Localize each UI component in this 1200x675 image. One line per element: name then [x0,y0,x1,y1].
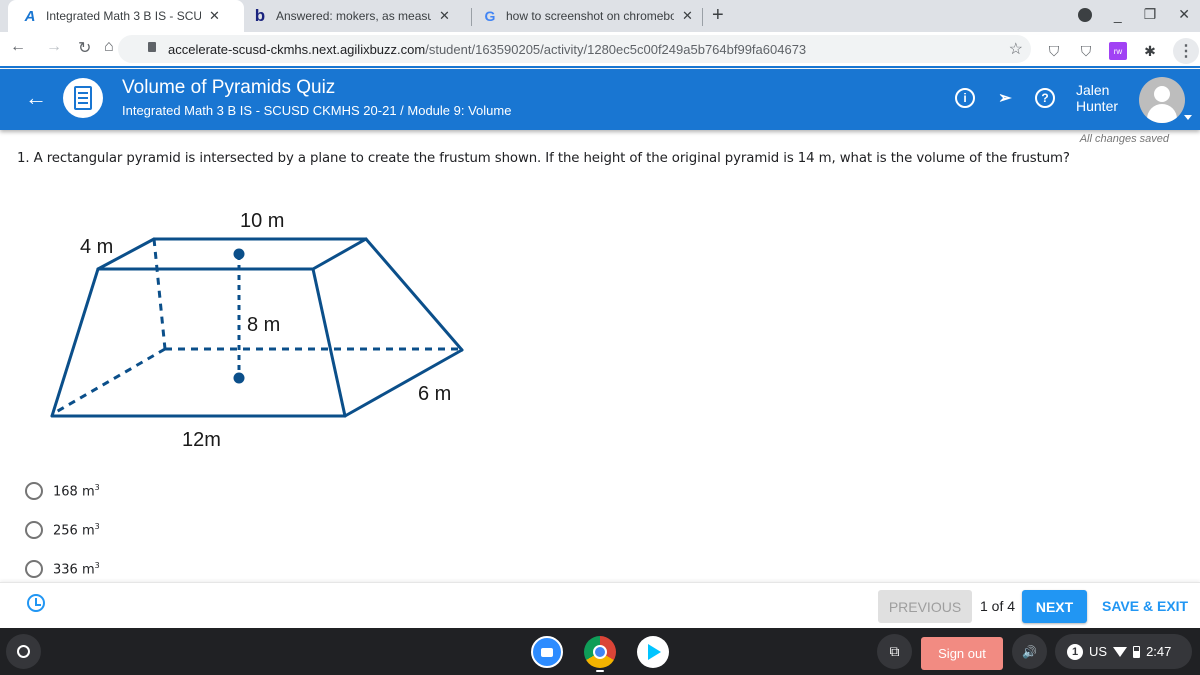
readwrite-extension-icon[interactable]: rw [1109,42,1127,60]
notification-badge: 1 [1067,643,1083,660]
tab-google-search[interactable]: G how to screenshot on chromebo ✕ [482,0,704,32]
google-icon: G [484,8,496,24]
tab-separator [471,8,472,26]
zoom-app-icon[interactable] [531,636,563,668]
url-text: accelerate-scusd-ckmhs.next.agilixbuzz.c… [168,41,807,57]
avatar[interactable] [1139,77,1185,123]
back-arrow-icon[interactable]: ← [25,85,47,111]
back-icon[interactable]: ← [10,38,26,56]
keyboard-layout: US [1089,644,1108,659]
page-title: Volume of Pyramids Quiz [122,77,336,98]
active-app-indicator [596,670,604,672]
clock-time: 2:47 [1146,644,1172,659]
extensions-area: ⛉ ⛉ rw ✱ ⋮ [1045,38,1199,64]
page-indicator: 1 of 4 [980,598,1016,614]
radio-button[interactable] [25,560,43,578]
breadcrumb[interactable]: Integrated Math 3 B IS - SCUSD CKMHS 20-… [122,103,511,118]
quiz-footer: PREVIOUS 1 of 4 NEXT SAVE & EXIT [0,582,1200,628]
minimize-icon[interactable]: _ [1114,7,1122,23]
play-store-icon[interactable] [637,636,669,668]
close-tab-icon[interactable]: ✕ [439,8,450,24]
figure-edge [50,267,100,418]
answer-choice[interactable]: 168 m3 [25,482,100,500]
shield-extension-icon[interactable]: ⛉ [1045,42,1063,60]
wifi-icon [1113,646,1128,657]
system-tray[interactable]: 1 US 2:47 [1055,634,1192,669]
reload-icon[interactable]: ↻ [78,38,91,58]
puzzle-extensions-icon[interactable]: ✱ [1141,42,1159,60]
lock-icon [148,42,156,52]
launcher-icon[interactable] [6,634,41,669]
battery-icon [1133,645,1141,658]
chrome-app-icon[interactable] [584,636,616,668]
shield-extension-icon[interactable]: ⛉ [1077,42,1095,60]
tab-bartleby[interactable]: b Answered: mokers, as measured ✕ [252,0,472,32]
user-name[interactable]: Jalen Hunter [1076,82,1118,114]
close-tab-icon[interactable]: ✕ [209,8,220,24]
restore-icon[interactable]: ❐ [1144,6,1157,23]
help-icon[interactable]: ? [1035,88,1055,108]
sign-out-button[interactable]: Sign out [921,637,1003,670]
radio-button[interactable] [25,521,43,539]
close-window-icon[interactable]: ✕ [1178,6,1190,23]
clock-icon[interactable] [27,594,45,612]
figure-edge [311,237,368,271]
browser-menu-icon[interactable]: ⋮ [1173,38,1199,64]
profile-dropdown-icon[interactable] [1077,7,1092,22]
answer-choice[interactable]: 256 m3 [25,521,100,539]
choice-label: 168 m3 [53,482,100,500]
next-button[interactable]: NEXT [1022,590,1087,623]
tab-title: how to screenshot on chromebo [506,9,674,23]
choice-label: 256 m3 [53,521,100,539]
hidden-edge [55,347,166,414]
agilix-icon: A [24,7,36,25]
choice-label: 336 m3 [53,560,100,578]
label-top-width: 4 m [80,236,113,258]
app-header: ← Volume of Pyramids Quiz Integrated Mat… [0,69,1200,130]
screen-capture-icon[interactable]: ⧉ [877,634,912,669]
radio-button[interactable] [25,482,43,500]
tab-title: Integrated Math 3 B IS - SCUSD C [46,9,201,23]
tab-strip: A Integrated Math 3 B IS - SCUSD C ✕ b A… [0,0,1200,32]
send-icon[interactable]: ➢ [995,88,1015,108]
home-icon[interactable]: ⌂ [104,38,114,56]
label-top-length: 10 m [240,210,284,232]
bookmark-star-icon[interactable]: ☆ [1009,39,1023,59]
bottom-center-point [233,372,245,384]
os-shelf: ⧉ Sign out 🔊 1 US 2:47 [0,628,1200,675]
label-bottom-width: 6 m [418,383,451,405]
question-text: 1. A rectangular pyramid is intersected … [17,151,1070,166]
hidden-edge [152,238,167,350]
bartleby-icon: b [254,6,266,25]
answer-choice[interactable]: 336 m3 [25,560,100,578]
quiz-icon [63,78,103,118]
top-center-point [233,248,245,260]
save-exit-button[interactable]: SAVE & EXIT [1102,598,1188,614]
previous-button[interactable]: PREVIOUS [878,590,972,623]
browser-toolbar: ← → ↻ ⌂ accelerate-scusd-ckmhs.next.agil… [0,32,1200,68]
tab-integrated-math[interactable]: A Integrated Math 3 B IS - SCUSD C ✕ [8,0,244,32]
window-controls: _ ❐ ✕ [1077,6,1190,23]
info-icon[interactable]: i [955,88,975,108]
label-height: 8 m [247,314,280,336]
tab-separator [702,8,703,26]
figure-edge [364,237,464,352]
figure-edge [311,267,347,418]
address-bar[interactable]: accelerate-scusd-ckmhs.next.agilixbuzz.c… [118,35,1031,63]
save-status: All changes saved [1079,133,1169,145]
frustum-figure: 10 m 4 m 8 m 6 m 12m [50,210,464,451]
new-tab-button[interactable]: + [712,4,724,27]
label-bottom-length: 12m [182,429,221,451]
select-to-speak-icon[interactable]: 🔊 [1012,634,1047,669]
tab-title: Answered: mokers, as measured [276,9,431,23]
forward-icon[interactable]: → [46,38,62,56]
user-menu-caret-icon[interactable] [1184,115,1192,120]
close-tab-icon[interactable]: ✕ [682,8,693,24]
